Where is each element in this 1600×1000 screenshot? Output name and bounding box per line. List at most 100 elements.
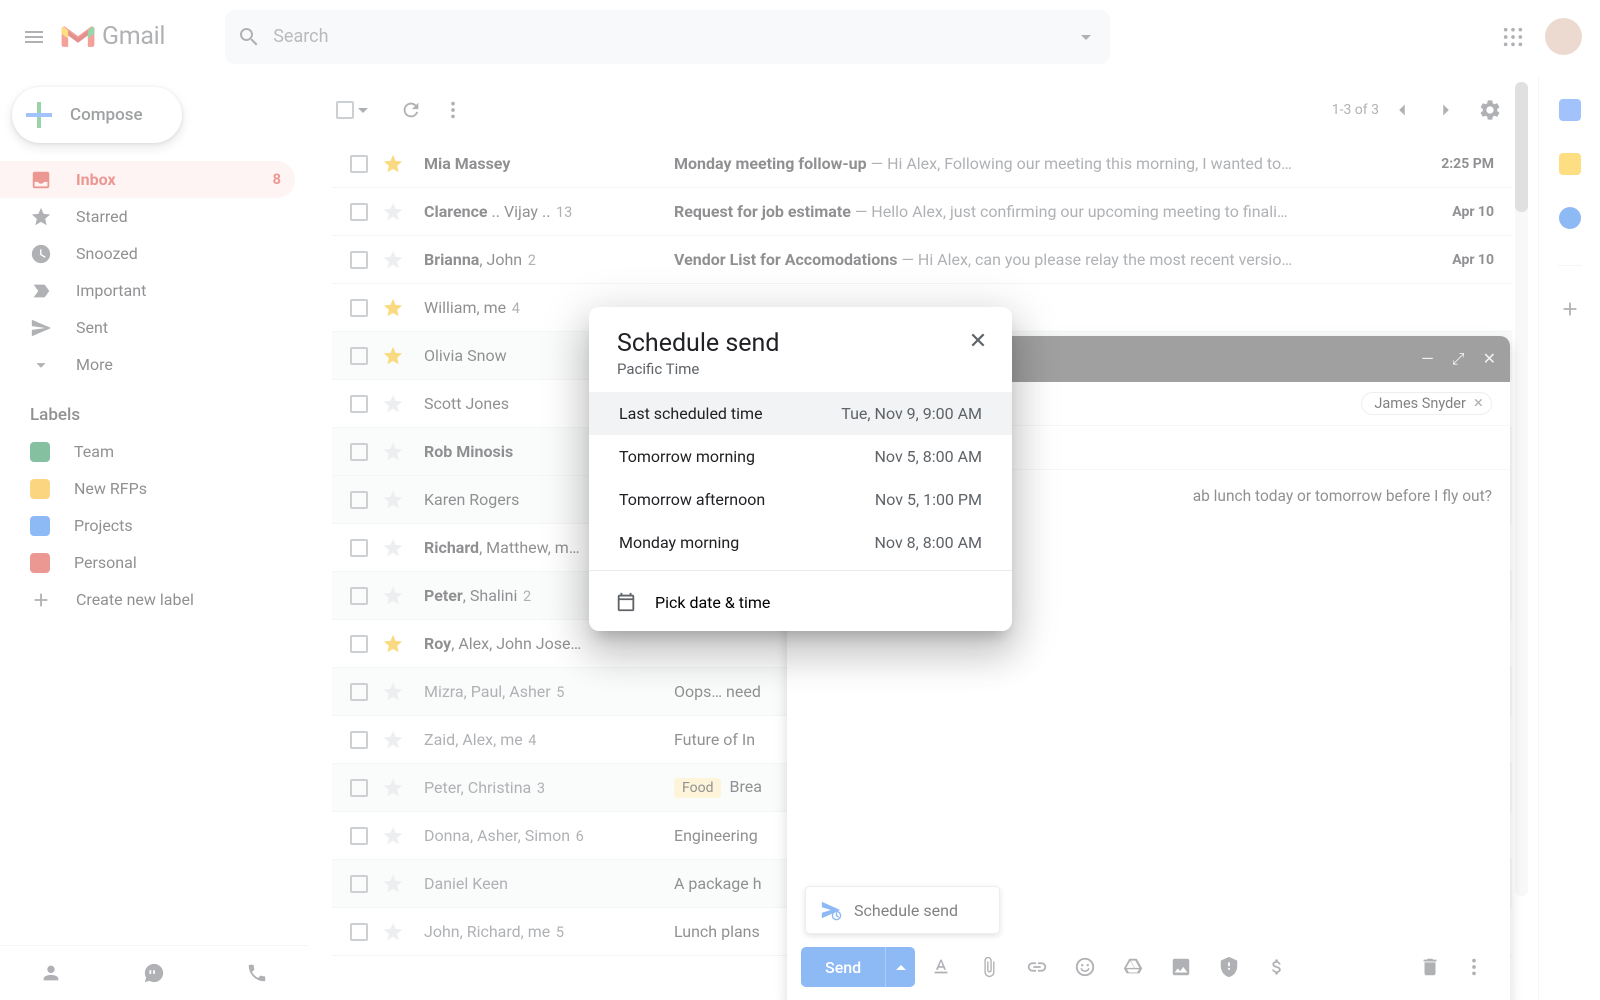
compose-more-icon[interactable] xyxy=(1452,945,1496,989)
contacts-icon[interactable] xyxy=(0,946,103,1000)
prev-page-button[interactable] xyxy=(1381,86,1423,134)
nav-starred[interactable]: Starred xyxy=(0,198,295,235)
star-icon[interactable] xyxy=(382,921,404,943)
star-icon[interactable] xyxy=(382,633,404,655)
schedule-option[interactable]: Tomorrow morningNov 5, 8:00 AM xyxy=(589,435,1012,478)
email-checkbox[interactable] xyxy=(350,635,368,653)
app-name: Gmail xyxy=(102,22,165,51)
star-icon[interactable] xyxy=(382,393,404,415)
recipient-chip[interactable]: James Snyder× xyxy=(1361,392,1492,415)
email-checkbox[interactable] xyxy=(350,731,368,749)
email-checkbox[interactable] xyxy=(350,203,368,221)
star-icon[interactable] xyxy=(382,153,404,175)
schedule-option[interactable]: Last scheduled timeTue, Nov 9, 9:00 AM xyxy=(589,392,1012,435)
calendar-icon xyxy=(615,591,637,613)
calendar-icon[interactable] xyxy=(1559,99,1581,121)
star-icon[interactable] xyxy=(382,297,404,319)
search-icon xyxy=(237,25,261,49)
menu-button[interactable] xyxy=(10,13,58,61)
email-checkbox[interactable] xyxy=(350,395,368,413)
emoji-icon[interactable] xyxy=(1063,945,1107,989)
image-icon[interactable] xyxy=(1159,945,1203,989)
nav-inbox[interactable]: Inbox8 xyxy=(0,161,295,198)
email-checkbox[interactable] xyxy=(350,827,368,845)
confidential-icon[interactable] xyxy=(1207,945,1251,989)
star-icon[interactable] xyxy=(382,825,404,847)
dialog-close-button[interactable]: ✕ xyxy=(962,325,994,357)
email-row[interactable]: Mia MasseyMonday meeting follow-up — Hi … xyxy=(332,140,1512,188)
email-checkbox[interactable] xyxy=(350,539,368,557)
schedule-send-popover[interactable]: Schedule send xyxy=(805,886,1000,934)
email-checkbox[interactable] xyxy=(350,155,368,173)
email-checkbox[interactable] xyxy=(350,443,368,461)
send-dropdown-button[interactable] xyxy=(885,947,915,987)
star-icon[interactable] xyxy=(382,345,404,367)
dialog-title: Schedule send xyxy=(617,329,984,358)
nav-important[interactable]: Important xyxy=(0,272,295,309)
refresh-button[interactable] xyxy=(390,86,432,134)
pick-date-time-button[interactable]: Pick date & time xyxy=(589,577,1012,631)
nav-snoozed[interactable]: Snoozed xyxy=(0,235,295,272)
search-dropdown-icon[interactable] xyxy=(1074,25,1098,49)
add-apps-button[interactable] xyxy=(1559,298,1581,320)
next-page-button[interactable] xyxy=(1425,86,1467,134)
minimize-icon[interactable]: — xyxy=(1421,349,1434,369)
gmail-logo[interactable]: Gmail xyxy=(60,22,165,51)
star-icon[interactable] xyxy=(382,729,404,751)
money-icon[interactable] xyxy=(1255,945,1299,989)
fullscreen-icon[interactable]: ⤢ xyxy=(1452,349,1465,369)
star-icon[interactable] xyxy=(382,489,404,511)
nav-sent[interactable]: Sent xyxy=(0,309,295,346)
star-icon[interactable] xyxy=(382,585,404,607)
schedule-option[interactable]: Tomorrow afternoonNov 5, 1:00 PM xyxy=(589,478,1012,521)
search-bar[interactable] xyxy=(225,10,1110,64)
hangouts-icon[interactable] xyxy=(103,946,206,1000)
email-checkbox[interactable] xyxy=(350,587,368,605)
keep-icon[interactable] xyxy=(1559,153,1581,175)
label-personal[interactable]: Personal xyxy=(0,544,295,581)
close-icon[interactable]: ✕ xyxy=(1483,349,1496,369)
email-checkbox[interactable] xyxy=(350,875,368,893)
scrollbar[interactable] xyxy=(1515,82,1528,896)
email-checkbox[interactable] xyxy=(350,683,368,701)
more-button[interactable] xyxy=(432,86,474,134)
select-dropdown-icon[interactable] xyxy=(358,108,368,113)
account-avatar[interactable] xyxy=(1545,18,1582,55)
apps-button[interactable] xyxy=(1489,13,1537,61)
attach-icon[interactable] xyxy=(967,945,1011,989)
email-checkbox[interactable] xyxy=(350,251,368,269)
schedule-option[interactable]: Monday morningNov 8, 8:00 AM xyxy=(589,521,1012,564)
compose-button[interactable]: Compose xyxy=(12,87,182,143)
email-checkbox[interactable] xyxy=(350,299,368,317)
remove-chip-icon[interactable]: × xyxy=(1474,395,1483,412)
email-checkbox[interactable] xyxy=(350,491,368,509)
phone-icon[interactable] xyxy=(205,946,308,1000)
delete-draft-icon[interactable] xyxy=(1408,945,1452,989)
nav-more[interactable]: More xyxy=(0,346,295,383)
email-checkbox[interactable] xyxy=(350,779,368,797)
email-checkbox[interactable] xyxy=(350,347,368,365)
email-row[interactable]: Brianna, John 2Vendor List for Accomodat… xyxy=(332,236,1512,284)
email-row[interactable]: Clarence .. Vijay .. 13Request for job e… xyxy=(332,188,1512,236)
format-icon[interactable] xyxy=(919,945,963,989)
search-input[interactable] xyxy=(273,26,1074,47)
star-icon[interactable] xyxy=(382,441,404,463)
label-team[interactable]: Team xyxy=(0,433,295,470)
send-button[interactable]: Send xyxy=(801,947,885,987)
star-icon[interactable] xyxy=(382,201,404,223)
email-checkbox[interactable] xyxy=(350,923,368,941)
tasks-icon[interactable] xyxy=(1559,207,1581,229)
star-icon[interactable] xyxy=(382,537,404,559)
star-icon[interactable] xyxy=(382,777,404,799)
link-icon[interactable] xyxy=(1015,945,1059,989)
create-label-button[interactable]: Create new label xyxy=(0,581,295,618)
settings-button[interactable] xyxy=(1469,86,1511,134)
star-icon[interactable] xyxy=(382,873,404,895)
select-all-checkbox[interactable] xyxy=(336,101,354,119)
drive-icon[interactable] xyxy=(1111,945,1155,989)
star-icon[interactable] xyxy=(382,681,404,703)
label-new-rfps[interactable]: New RFPs xyxy=(0,470,295,507)
schedule-send-label: Schedule send xyxy=(854,901,958,920)
star-icon[interactable] xyxy=(382,249,404,271)
label-projects[interactable]: Projects xyxy=(0,507,295,544)
